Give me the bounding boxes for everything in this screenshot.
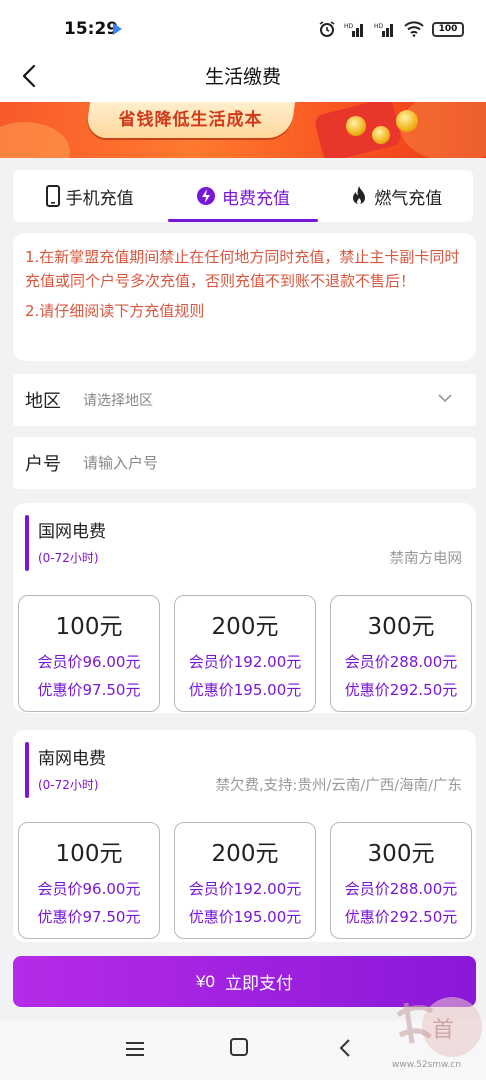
accent-bar: [25, 742, 29, 798]
battery-icon: 100: [432, 21, 464, 37]
tab-label: 电费充值: [221, 188, 290, 209]
tab-gas-recharge[interactable]: 燃气充值: [320, 170, 473, 222]
region-placeholder: 请选择地区: [83, 393, 153, 409]
option-amount: 300元: [367, 841, 435, 867]
chevron-down-icon: [438, 394, 452, 403]
option-discount-price: 优惠价195.00元: [188, 908, 302, 926]
region-select[interactable]: 地区 请选择地区: [13, 374, 476, 426]
tab-label: 手机充值: [65, 188, 134, 209]
recharge-tabs: 手机充值 电费充值 燃气充值: [13, 170, 473, 222]
amount-option[interactable]: 300元 会员价288.00元 优惠价292.50元: [330, 595, 472, 712]
accent-bar: [25, 515, 29, 571]
svg-text:HD: HD: [374, 23, 384, 30]
coin-icon: [372, 126, 390, 144]
back-icon: [339, 1039, 350, 1057]
card-subtitle: (0-72小时): [38, 551, 99, 565]
recent-apps-button[interactable]: [122, 1038, 148, 1062]
account-row: 户号: [13, 437, 476, 489]
watermark-url: www.52smw.cn: [392, 1060, 462, 1070]
account-input[interactable]: [83, 454, 476, 472]
status-time: 15:29: [64, 19, 119, 39]
notice-line-2: 2.请仔细阅读下方充值规则: [25, 302, 205, 320]
coin-icon: [396, 110, 418, 132]
status-icons: HD HD 100: [318, 18, 464, 40]
home-icon: [230, 1038, 248, 1056]
promo-banner[interactable]: 省钱降低生活成本: [0, 102, 486, 158]
region-label: 地区: [25, 391, 61, 412]
play-store-icon: [113, 23, 122, 35]
card-note: 禁欠费,支持:贵州/云南/广西/海南/广东: [215, 778, 462, 794]
notice-line-1: 1.在新掌盟充值期间禁止在任何地方同时充值，禁止主卡副卡同时充值或同个户号多次充…: [25, 248, 460, 290]
coin-icon: [346, 116, 366, 136]
pay-amount: ¥0: [196, 971, 215, 991]
amount-options: 100元 会员价96.00元 优惠价97.50元 200元 会员价192.00元…: [18, 822, 472, 939]
lightning-icon: [196, 187, 215, 205]
amount-option[interactable]: 200元 会员价192.00元 优惠价195.00元: [174, 822, 316, 939]
option-amount: 200元: [211, 614, 279, 640]
option-member-price: 会员价192.00元: [188, 880, 302, 898]
amount-option[interactable]: 300元 会员价288.00元 优惠价292.50元: [330, 822, 472, 939]
tab-phone-recharge[interactable]: 手机充值: [13, 170, 166, 222]
option-member-price: 会员价96.00元: [37, 880, 141, 898]
card-note: 禁南方电网: [389, 551, 463, 567]
signal-icon: HD: [344, 23, 363, 37]
amount-option[interactable]: 100元 会员价96.00元 优惠价97.50元: [18, 595, 160, 712]
southern-grid-card: 南网电费 (0-72小时) 禁欠费,支持:贵州/云南/广西/海南/广东 100元…: [13, 730, 476, 942]
signal-icon-2: HD: [374, 23, 393, 37]
amount-option[interactable]: 200元 会员价192.00元 优惠价195.00元: [174, 595, 316, 712]
account-label: 户号: [25, 454, 61, 475]
tab-electricity-recharge[interactable]: 电费充值: [166, 170, 319, 222]
option-member-price: 会员价192.00元: [188, 653, 302, 671]
option-amount: 300元: [367, 614, 435, 640]
option-discount-price: 优惠价292.50元: [344, 908, 458, 926]
amount-options: 100元 会员价96.00元 优惠价97.50元 200元 会员价192.00元…: [18, 595, 472, 712]
option-amount: 100元: [55, 841, 123, 867]
option-discount-price: 优惠价97.50元: [37, 908, 141, 926]
option-member-price: 会员价96.00元: [37, 653, 141, 671]
option-amount: 100元: [55, 614, 123, 640]
alarm-icon: [319, 21, 335, 37]
banner-text: 省钱降低生活成本: [118, 110, 263, 130]
amount-option[interactable]: 100元 会员价96.00元 优惠价97.50元: [18, 822, 160, 939]
card-title: 国网电费: [38, 522, 106, 542]
page-title: 生活缴费: [204, 66, 281, 88]
option-amount: 200元: [211, 841, 279, 867]
tab-label: 燃气充值: [374, 188, 443, 209]
notice-box: 1.在新掌盟充值期间禁止在任何地方同时充值，禁止主卡副卡同时充值或同个户号多次充…: [13, 233, 476, 361]
state-grid-card: 国网电费 (0-72小时) 禁南方电网 100元 会员价96.00元 优惠价97…: [13, 503, 476, 713]
option-member-price: 会员价288.00元: [344, 653, 458, 671]
option-member-price: 会员价288.00元: [344, 880, 458, 898]
svg-text:HD: HD: [344, 23, 354, 30]
nav-back-button[interactable]: [338, 1038, 364, 1062]
option-discount-price: 优惠价195.00元: [188, 681, 302, 699]
svg-text:首: 首: [432, 1018, 454, 1043]
option-discount-price: 优惠价292.50元: [344, 681, 458, 699]
phone-icon: [45, 185, 60, 207]
status-bar: 15:29 HD HD 100: [0, 0, 486, 60]
option-discount-price: 优惠价97.50元: [37, 681, 141, 699]
pay-label: 立即支付: [224, 974, 293, 993]
wifi-icon: [404, 21, 424, 37]
card-title: 南网电费: [38, 749, 106, 769]
card-subtitle: (0-72小时): [38, 778, 99, 792]
home-button[interactable]: [230, 1038, 256, 1062]
header: 生活缴费: [0, 60, 486, 102]
flame-icon: [353, 186, 366, 204]
